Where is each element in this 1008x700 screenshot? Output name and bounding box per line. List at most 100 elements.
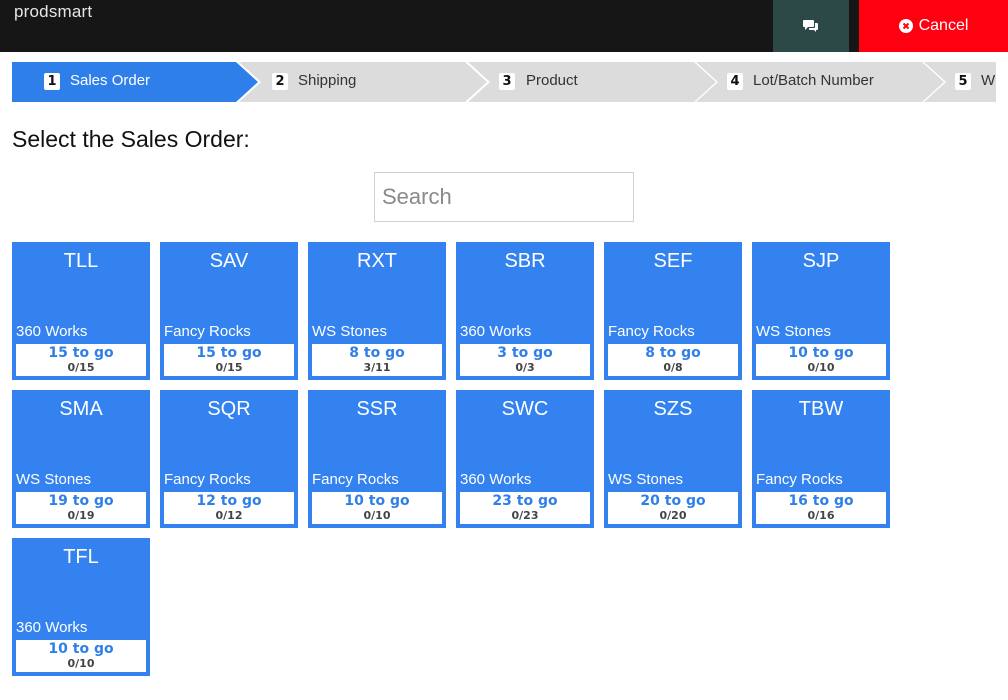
order-progress-box: 10 to go 0/10 bbox=[756, 344, 886, 376]
chat-button[interactable] bbox=[773, 0, 849, 52]
order-code: RXT bbox=[357, 250, 397, 272]
order-remaining: 16 to go bbox=[788, 493, 854, 509]
step-shipping[interactable]: 2 Shipping bbox=[239, 62, 487, 102]
order-remaining: 8 to go bbox=[645, 345, 701, 361]
order-tile[interactable]: SQR Fancy Rocks 12 to go 0/12 bbox=[160, 390, 298, 528]
order-customer: WS Stones bbox=[608, 471, 684, 488]
order-tile[interactable]: SSR Fancy Rocks 10 to go 0/10 bbox=[308, 390, 446, 528]
order-progress-box: 3 to go 0/3 bbox=[460, 344, 590, 376]
order-customer: Fancy Rocks bbox=[164, 471, 251, 488]
order-tile[interactable]: RXT WS Stones 8 to go 3/11 bbox=[308, 242, 446, 380]
order-remaining: 10 to go bbox=[344, 493, 410, 509]
order-tile[interactable]: SWC 360 Works 23 to go 0/23 bbox=[456, 390, 594, 528]
order-tile[interactable]: SJP WS Stones 10 to go 0/10 bbox=[752, 242, 890, 380]
order-tile[interactable]: SEF Fancy Rocks 8 to go 0/8 bbox=[604, 242, 742, 380]
order-remaining: 12 to go bbox=[196, 493, 262, 509]
step-sales-order[interactable]: 1 Sales Order bbox=[12, 62, 258, 102]
order-code: SJP bbox=[802, 250, 840, 272]
order-progress-box: 8 to go 0/8 bbox=[608, 344, 738, 376]
cancel-button[interactable]: Cancel bbox=[859, 0, 1008, 52]
order-tile[interactable]: TFL 360 Works 10 to go 0/10 bbox=[12, 538, 150, 676]
order-progress: 0/10 bbox=[363, 509, 391, 522]
order-remaining: 10 to go bbox=[788, 345, 854, 361]
step-number: 4 bbox=[727, 73, 743, 90]
order-progress-box: 16 to go 0/16 bbox=[756, 492, 886, 524]
times-circle-icon bbox=[898, 19, 913, 33]
order-code: SEF bbox=[653, 250, 693, 272]
order-progress-box: 15 to go 0/15 bbox=[16, 344, 146, 376]
order-code: SAV bbox=[209, 250, 249, 272]
order-progress: 0/15 bbox=[215, 361, 243, 374]
order-customer: 360 Works bbox=[16, 619, 88, 636]
order-customer: Fancy Rocks bbox=[608, 323, 695, 340]
order-tile[interactable]: SAV Fancy Rocks 15 to go 0/15 bbox=[160, 242, 298, 380]
order-tile[interactable]: SZS WS Stones 20 to go 0/20 bbox=[604, 390, 742, 528]
order-tile[interactable]: SBR 360 Works 3 to go 0/3 bbox=[456, 242, 594, 380]
page-title: Select the Sales Order: bbox=[12, 126, 250, 152]
step-label: Sales Order bbox=[70, 72, 151, 89]
order-remaining: 15 to go bbox=[196, 345, 262, 361]
order-remaining: 20 to go bbox=[640, 493, 706, 509]
order-code: SSR bbox=[356, 398, 398, 420]
order-progress: 0/12 bbox=[215, 509, 243, 522]
order-code: SZS bbox=[653, 398, 693, 420]
top-bar: prodsmart Cancel bbox=[0, 0, 1008, 52]
order-tile[interactable]: TLL 360 Works 15 to go 0/15 bbox=[12, 242, 150, 380]
order-progress: 0/20 bbox=[659, 509, 687, 522]
step-number: 2 bbox=[272, 73, 288, 90]
order-progress-box: 12 to go 0/12 bbox=[164, 492, 294, 524]
order-progress: 0/15 bbox=[67, 361, 95, 374]
order-remaining: 23 to go bbox=[492, 493, 558, 509]
order-code: SWC bbox=[501, 398, 549, 420]
order-remaining: 3 to go bbox=[497, 345, 553, 361]
step-label: Shipping bbox=[298, 72, 357, 89]
order-progress-box: 15 to go 0/15 bbox=[164, 344, 294, 376]
step-number: 5 bbox=[955, 73, 971, 90]
order-progress: 0/23 bbox=[511, 509, 539, 522]
search-input[interactable] bbox=[374, 172, 634, 222]
order-progress: 0/8 bbox=[663, 361, 683, 374]
step-label: Lot/Batch Number bbox=[753, 72, 874, 89]
order-code: SMA bbox=[59, 398, 103, 420]
order-customer: Fancy Rocks bbox=[164, 323, 251, 340]
order-progress-box: 19 to go 0/19 bbox=[16, 492, 146, 524]
order-customer: 360 Works bbox=[460, 471, 532, 488]
step-lot-batch-number[interactable]: 4 Lot/Batch Number bbox=[696, 62, 944, 102]
step-label: Product bbox=[526, 72, 578, 89]
app-logo: prodsmart bbox=[14, 2, 93, 21]
order-code: TFL bbox=[63, 546, 99, 568]
order-progress: 0/3 bbox=[515, 361, 535, 374]
step-product[interactable]: 3 Product bbox=[468, 62, 716, 102]
order-remaining: 8 to go bbox=[349, 345, 405, 361]
order-code: SBR bbox=[504, 250, 546, 272]
order-progress-box: 10 to go 0/10 bbox=[16, 640, 146, 672]
order-customer: 360 Works bbox=[460, 323, 532, 340]
order-customer: Fancy Rocks bbox=[312, 471, 399, 488]
order-progress-box: 20 to go 0/20 bbox=[608, 492, 738, 524]
cancel-label: Cancel bbox=[918, 17, 969, 34]
order-code: SQR bbox=[207, 398, 251, 420]
order-customer: WS Stones bbox=[312, 323, 388, 340]
order-progress: 0/10 bbox=[807, 361, 835, 374]
order-progress-box: 23 to go 0/23 bbox=[460, 492, 590, 524]
order-progress: 3/11 bbox=[363, 361, 391, 374]
order-customer: 360 Works bbox=[16, 323, 88, 340]
order-progress: 0/10 bbox=[67, 657, 95, 670]
wizard-steps: 1 Sales Order 2 Shipping 3 Product 4 Lot… bbox=[12, 62, 996, 102]
order-remaining: 19 to go bbox=[48, 493, 114, 509]
order-customer: WS Stones bbox=[756, 323, 832, 340]
order-progress-box: 8 to go 3/11 bbox=[312, 344, 442, 376]
step-number: 3 bbox=[499, 73, 515, 90]
order-customer: Fancy Rocks bbox=[756, 471, 843, 488]
order-progress: 0/19 bbox=[67, 509, 95, 522]
step-number: 1 bbox=[44, 73, 60, 90]
order-progress: 0/16 bbox=[807, 509, 835, 522]
order-tile[interactable]: TBW Fancy Rocks 16 to go 0/16 bbox=[752, 390, 890, 528]
order-tile[interactable]: SMA WS Stones 19 to go 0/19 bbox=[12, 390, 150, 528]
order-code: TBW bbox=[798, 398, 844, 420]
order-remaining: 10 to go bbox=[48, 641, 114, 657]
step-label: W bbox=[981, 72, 996, 89]
comments-icon bbox=[803, 20, 818, 32]
order-customer: WS Stones bbox=[16, 471, 92, 488]
order-progress-box: 10 to go 0/10 bbox=[312, 492, 442, 524]
